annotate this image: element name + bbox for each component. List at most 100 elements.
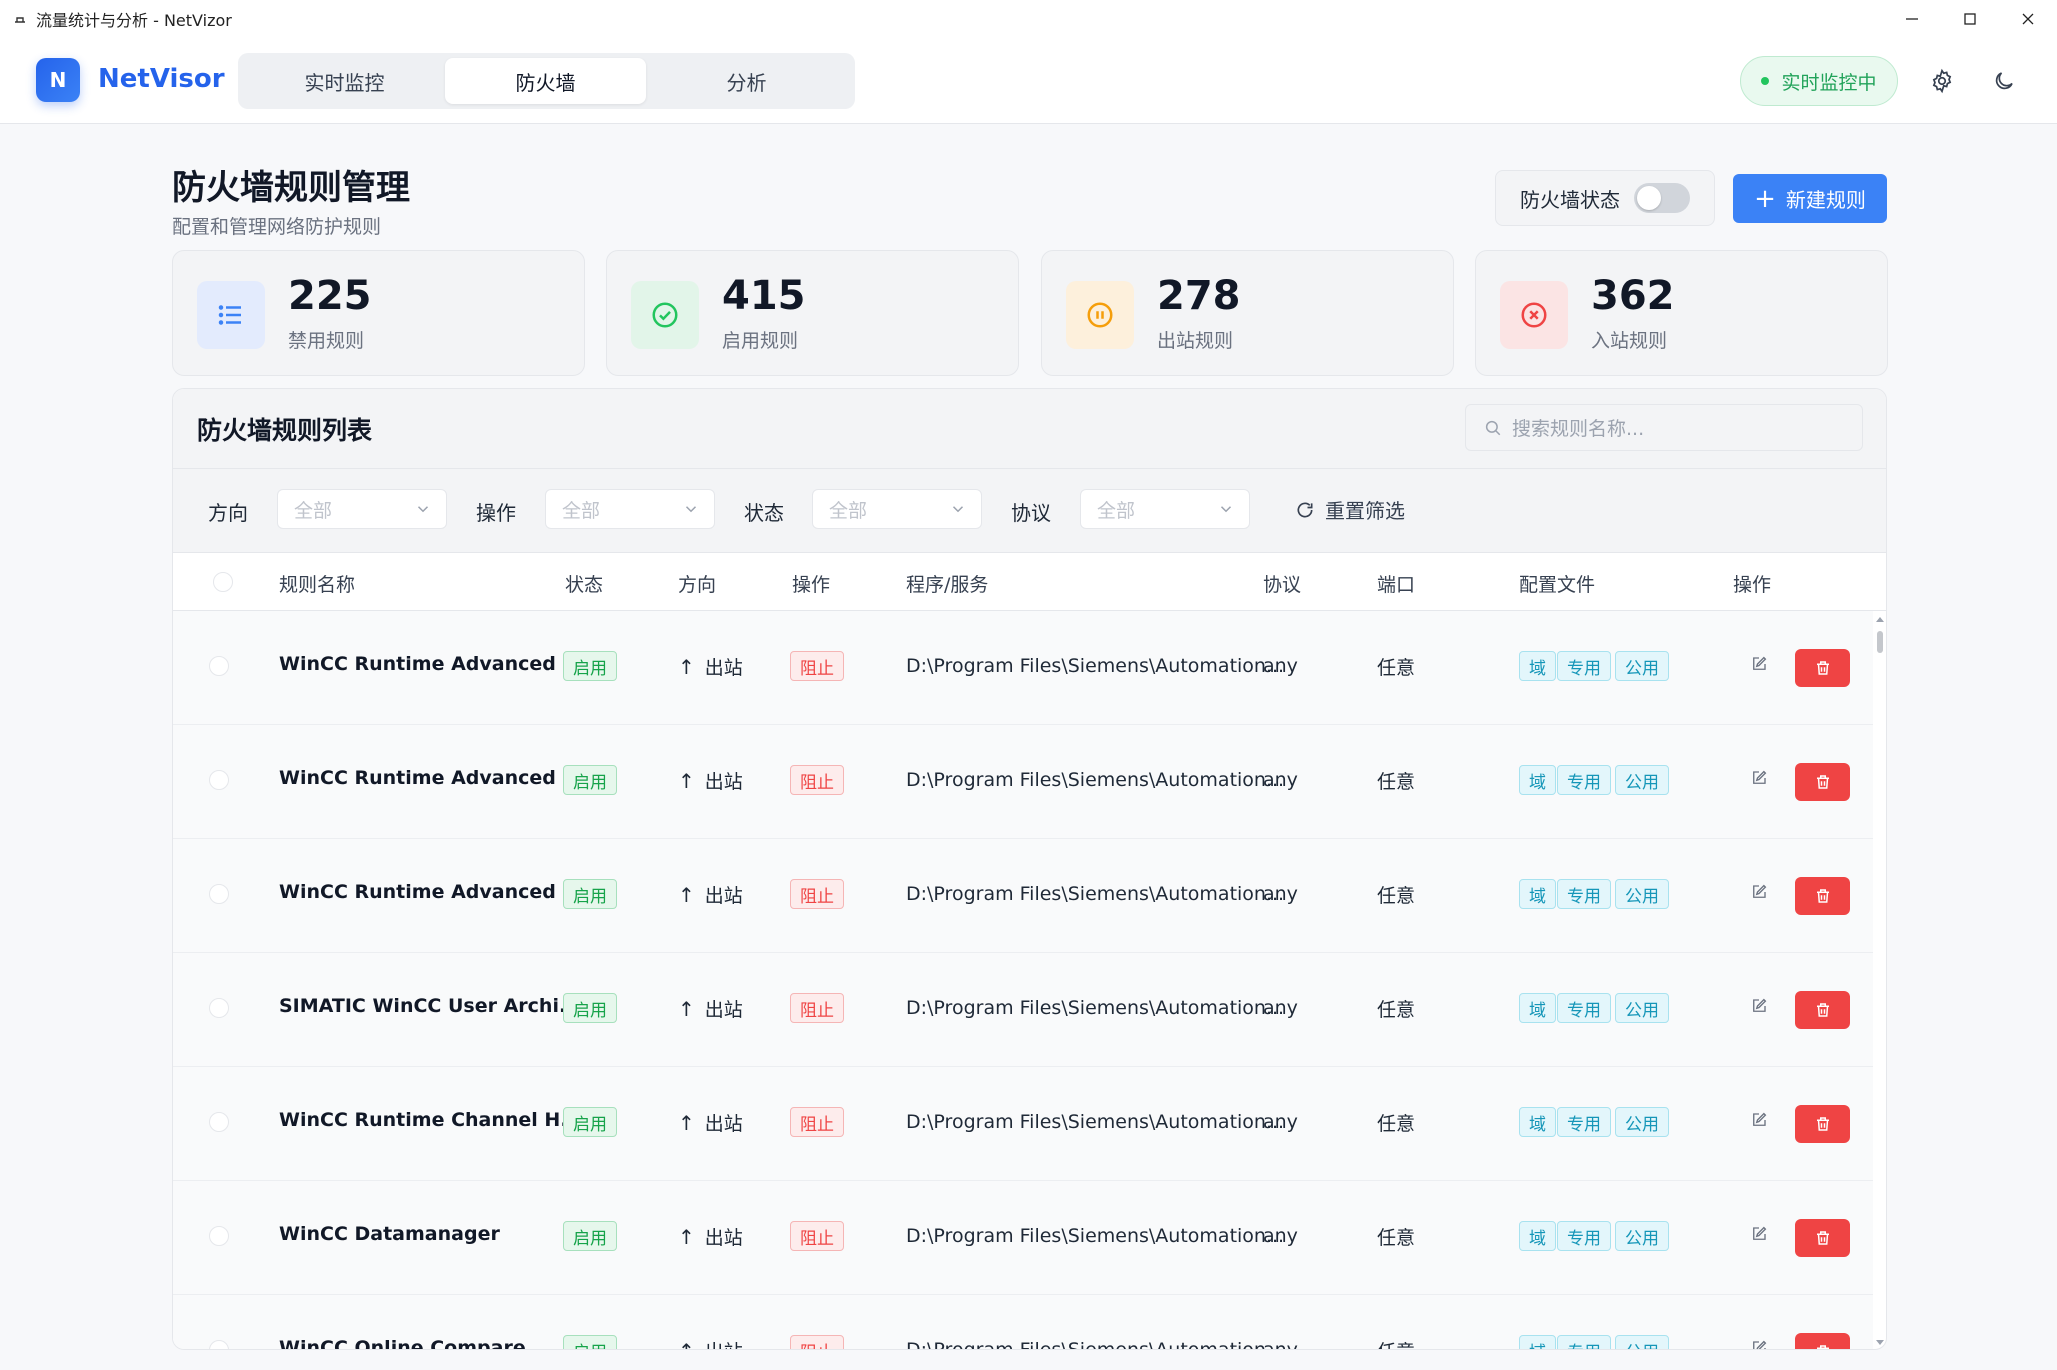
table-row[interactable]: WinCC Runtime Advanced ... 启用 ↑ 出站 阻止 D:\Prog…: [173, 839, 1873, 953]
filter-select-status[interactable]: 全部: [812, 489, 982, 529]
direction-text: 出站: [704, 1227, 743, 1249]
table-scrollbar[interactable]: [1873, 611, 1886, 1349]
arrow-up-icon: ↑: [678, 654, 695, 679]
column-header-program[interactable]: 程序/服务: [906, 570, 988, 597]
tab-firewall[interactable]: 防火墙: [445, 58, 646, 104]
pause-circle-icon: [1066, 281, 1134, 349]
table-row[interactable]: SIMATIC WinCC User Archi... 启用 ↑ 出站 阻止 D:\Pro…: [173, 953, 1873, 1067]
maximize-icon: [1964, 13, 1976, 25]
profile-badge: 专用: [1557, 765, 1611, 795]
edit-rule-button[interactable]: [1750, 883, 1772, 905]
table-row[interactable]: WinCC Runtime Channel H... 启用 ↑ 出站 阻止 D:\Prog…: [173, 1067, 1873, 1181]
edit-rule-button[interactable]: [1750, 769, 1772, 791]
scroll-thumb[interactable]: [1877, 631, 1883, 653]
action-badge: 阻止: [790, 879, 844, 909]
check-circle-icon: [631, 281, 699, 349]
row-checkbox[interactable]: [209, 770, 229, 790]
profile-badge: 公用: [1615, 1221, 1669, 1251]
edit-rule-button[interactable]: [1750, 997, 1772, 1019]
profile-badge: 公用: [1615, 993, 1669, 1023]
delete-rule-button[interactable]: [1795, 649, 1850, 687]
stat-card-enabled-rules: 415 启用规则: [606, 250, 1019, 376]
action-badge: 阻止: [790, 1107, 844, 1137]
stat-label: 出站规则: [1157, 330, 1234, 352]
profile-badge: 域: [1519, 1335, 1556, 1349]
program-path: D:\Program Files\Siemens\Automation...: [906, 769, 1285, 791]
arrow-up-icon: ↑: [678, 882, 695, 907]
row-checkbox[interactable]: [209, 1226, 229, 1246]
status-badge: 启用: [563, 651, 617, 681]
port-cell: 任意: [1377, 885, 1416, 907]
profile-badge: 域: [1519, 765, 1556, 795]
stat-card-inbound-rules: 362 入站规则: [1475, 250, 1888, 376]
trash-icon: [1816, 1003, 1829, 1017]
edit-rule-button[interactable]: [1750, 1339, 1772, 1349]
filter-select-direction[interactable]: 全部: [277, 489, 447, 529]
program-path: D:\Program Files\Siemens\Automation...: [906, 1225, 1285, 1247]
settings-button[interactable]: [1926, 65, 1958, 97]
rule-search-input[interactable]: 搜索规则名称...: [1465, 404, 1863, 451]
filter-select-protocol[interactable]: 全部: [1080, 489, 1250, 529]
action-badge: 阻止: [790, 765, 844, 795]
filter-bar: 方向 全部 操作 全部 状态 全部 协议 全部 重置筛选: [173, 469, 1886, 553]
delete-rule-button[interactable]: [1795, 1333, 1850, 1349]
port-cell: 任意: [1377, 1113, 1416, 1135]
select-all-checkbox[interactable]: [213, 572, 233, 592]
row-checkbox[interactable]: [209, 1340, 229, 1349]
edit-icon: [1753, 998, 1767, 1012]
edit-icon: [1753, 770, 1767, 784]
window-title: 流量统计与分析 - NetVizor: [36, 11, 232, 30]
new-rule-button[interactable]: + 新建规则: [1733, 174, 1887, 223]
row-checkbox[interactable]: [209, 656, 229, 676]
minimize-button[interactable]: [1883, 0, 1941, 38]
port-cell: 任意: [1377, 657, 1416, 679]
moon-icon: [1995, 72, 2013, 90]
delete-rule-button[interactable]: [1795, 877, 1850, 915]
filter-select-action[interactable]: 全部: [545, 489, 715, 529]
reset-filters-button[interactable]: 重置筛选: [1295, 495, 1405, 524]
edit-rule-button[interactable]: [1750, 655, 1772, 677]
row-checkbox[interactable]: [209, 884, 229, 904]
edit-icon: [1753, 884, 1767, 898]
column-header-action[interactable]: 操作: [792, 570, 830, 597]
toggle-knob: [1637, 186, 1661, 210]
delete-rule-button[interactable]: [1795, 1105, 1850, 1143]
column-header-name[interactable]: 规则名称: [279, 570, 355, 597]
table-row[interactable]: WinCC Online Compare 启用 ↑ 出站 阻止 D:\Program Fi…: [173, 1295, 1873, 1350]
column-header-profiles[interactable]: 配置文件: [1519, 570, 1595, 597]
maximize-button[interactable]: [1941, 0, 1999, 38]
firewall-status-toggle[interactable]: [1634, 183, 1690, 213]
direction-cell: ↑ 出站: [678, 653, 743, 680]
gear-icon: [1932, 68, 1952, 94]
row-checkbox[interactable]: [209, 998, 229, 1018]
dark-mode-toggle[interactable]: [1988, 65, 2020, 97]
port-cell: 任意: [1377, 999, 1416, 1021]
edit-rule-button[interactable]: [1750, 1111, 1772, 1133]
protocol-cell: any: [1263, 1339, 1298, 1350]
filter-select-value: 全部: [1097, 499, 1136, 522]
chevron-down-icon: [417, 506, 429, 513]
profile-badge: 域: [1519, 1221, 1556, 1251]
arrow-up-icon: ↑: [678, 996, 695, 1021]
tab-realtime-monitor[interactable]: 实时监控: [244, 58, 445, 104]
row-checkbox[interactable]: [209, 1112, 229, 1132]
edit-rule-button[interactable]: [1750, 1225, 1772, 1247]
table-row[interactable]: WinCC Runtime Advanced ... 启用 ↑ 出站 阻止 D:\Prog…: [173, 611, 1873, 725]
column-header-protocol[interactable]: 协议: [1263, 570, 1301, 597]
page-title: 防火墙规则管理: [172, 168, 410, 208]
column-header-status[interactable]: 状态: [565, 570, 603, 597]
delete-rule-button[interactable]: [1795, 1219, 1850, 1257]
profile-badge: 域: [1519, 651, 1556, 681]
table-row[interactable]: WinCC Runtime Advanced ... 启用 ↑ 出站 阻止 D:\Prog…: [173, 725, 1873, 839]
delete-rule-button[interactable]: [1795, 763, 1850, 801]
rules-list-panel: 防火墙规则列表 搜索规则名称... 方向 全部 操作 全部 状态 全部 协议 全…: [172, 388, 1887, 1350]
close-window-button[interactable]: [1999, 0, 2057, 38]
table-row[interactable]: WinCC Datamanager 启用 ↑ 出站 阻止 D:\Program Files…: [173, 1181, 1873, 1295]
tab-analysis[interactable]: 分析: [646, 58, 847, 104]
rule-name: WinCC Runtime Channel H...: [279, 1109, 582, 1131]
trash-icon: [1816, 889, 1829, 903]
column-header-direction[interactable]: 方向: [678, 570, 716, 597]
column-header-port[interactable]: 端口: [1377, 570, 1415, 597]
direction-text: 出站: [704, 999, 743, 1021]
delete-rule-button[interactable]: [1795, 991, 1850, 1029]
